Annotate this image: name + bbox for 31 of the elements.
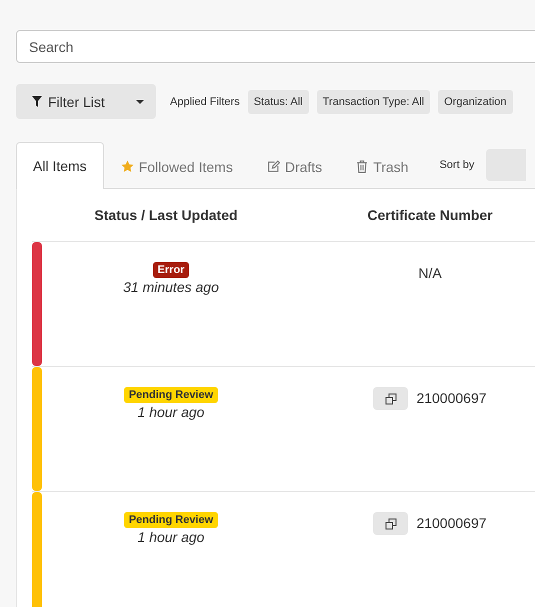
last-updated: 31 minutes ago xyxy=(123,279,219,295)
filter-chip[interactable]: Status: All xyxy=(248,90,309,114)
trash-icon xyxy=(356,160,368,173)
status-badge: Pending Review xyxy=(124,512,218,528)
copy-icon xyxy=(384,518,397,530)
applied-filters-label: Applied Filters xyxy=(170,96,240,108)
edit-icon xyxy=(266,160,280,173)
filter-list-button[interactable]: Filter List xyxy=(16,84,156,119)
last-updated: 1 hour ago xyxy=(138,404,204,420)
certificate-number: 210000697 xyxy=(416,389,487,408)
copy-icon xyxy=(384,392,397,404)
sort-by-label: Sort by xyxy=(439,158,474,170)
column-header: Certificate Number xyxy=(366,207,494,223)
status-badge: Error xyxy=(152,262,190,278)
copy-button[interactable] xyxy=(373,512,408,535)
tab[interactable]: Trash xyxy=(339,143,426,189)
caret-icon xyxy=(136,100,144,104)
tab[interactable]: Followed Items xyxy=(104,143,250,189)
tab[interactable]: All Items xyxy=(16,142,104,189)
filter-icon xyxy=(32,96,42,107)
filter-chip[interactable]: Transaction Type: All xyxy=(316,90,430,114)
certificate-number: N/A xyxy=(418,264,442,283)
star-icon xyxy=(120,160,134,173)
last-updated: 1 hour ago xyxy=(138,529,204,545)
search-field[interactable]: Search xyxy=(16,30,535,63)
status-badge: Pending Review xyxy=(124,387,218,403)
tab[interactable]: Drafts xyxy=(250,143,340,189)
certificate-number: 210000697 xyxy=(416,514,487,533)
column-header: Status / Last Updated xyxy=(93,207,239,223)
copy-button[interactable] xyxy=(373,387,408,410)
filter-chip[interactable]: Organization xyxy=(438,90,512,114)
